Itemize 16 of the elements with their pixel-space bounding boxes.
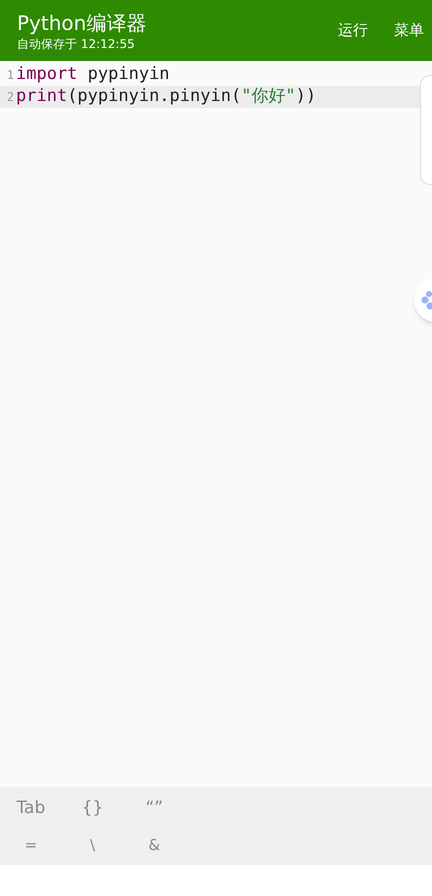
app-title: Python编译器 — [17, 10, 148, 36]
code-line: print(pypinyin.pinyin("你好")) — [16, 85, 316, 108]
autosave-status: 自动保存于 12:12:55 — [17, 36, 136, 52]
symbol-key[interactable]: {} — [82, 796, 104, 822]
paw-icon — [421, 290, 432, 310]
symbol-key[interactable]: “” — [145, 796, 164, 822]
symbol-key[interactable]: & — [148, 834, 160, 856]
code-line: import pypinyin — [16, 63, 170, 86]
symbol-key[interactable]: = — [24, 834, 38, 856]
line-number: 2 — [6, 89, 15, 106]
code-editor[interactable]: 1 import pypinyin 2 print(pypinyin.pinyin("你好")) — [0, 61, 432, 787]
symbol-key[interactable]: Tab — [16, 796, 46, 822]
line-number: 1 — [6, 67, 15, 84]
app-bar-action[interactable]: 菜单 — [394, 19, 424, 42]
symbol-key[interactable]: \ — [90, 834, 96, 856]
app-bar-action[interactable]: 运行 — [338, 19, 368, 42]
